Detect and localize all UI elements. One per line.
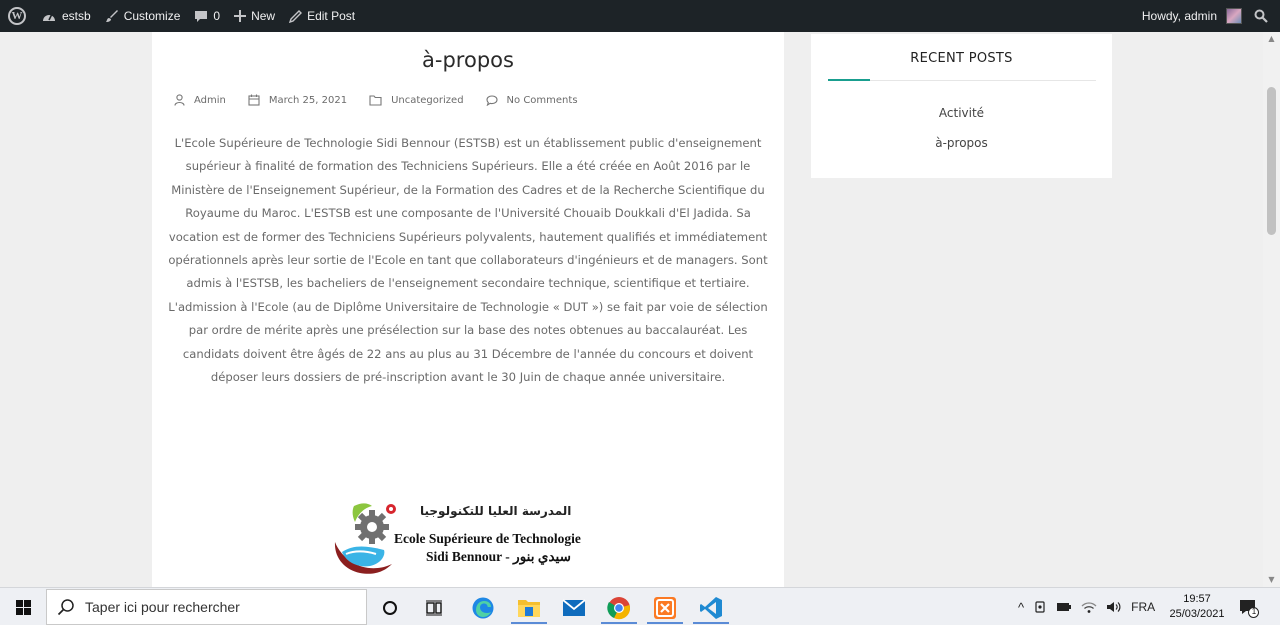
widget-title: RECENT POSTS	[910, 51, 1013, 66]
edge-taskbar-button[interactable]	[461, 591, 505, 624]
start-button[interactable]	[0, 588, 46, 625]
xampp-taskbar-button[interactable]	[643, 591, 687, 624]
notification-count: 1	[1251, 607, 1257, 616]
howdy-greeting: Howdy, admin	[1141, 9, 1217, 23]
search-icon	[1254, 9, 1268, 23]
onedrive-icon[interactable]	[1033, 600, 1047, 614]
recent-posts-widget: RECENT POSTS Activité à-propos	[811, 34, 1112, 178]
comments-link[interactable]: 0	[187, 0, 227, 32]
task-view-button[interactable]	[412, 591, 456, 624]
file-explorer-taskbar-button[interactable]	[507, 591, 551, 624]
clock-date: 25/03/2021	[1169, 608, 1225, 620]
clock-time: 19:57	[1183, 593, 1211, 605]
post-comments[interactable]: No Comments	[485, 94, 578, 106]
vscode-icon	[700, 596, 722, 619]
site-name: estsb	[62, 9, 91, 23]
site-name-link[interactable]: estsb	[34, 0, 98, 32]
scroll-down-arrow[interactable]: ▼	[1263, 573, 1280, 587]
cortana-button[interactable]	[368, 591, 412, 624]
task-view-icon	[426, 600, 442, 615]
windows-taskbar: Taper ici pour rechercher ^ FRA 19:57 25…	[0, 587, 1280, 625]
wifi-icon[interactable]	[1081, 600, 1097, 614]
post-article: à-propos Admin March 25, 2021 Uncategori…	[152, 32, 784, 587]
my-account-link[interactable]: Howdy, admin	[1136, 0, 1248, 32]
comment-bubble-icon	[195, 10, 208, 22]
language-indicator[interactable]: FRA	[1131, 600, 1155, 614]
volume-icon[interactable]	[1106, 600, 1122, 614]
show-hidden-icons-button[interactable]: ^	[1018, 600, 1024, 615]
mail-taskbar-button[interactable]	[552, 591, 596, 624]
file-explorer-icon	[518, 599, 540, 617]
scroll-up-arrow[interactable]: ▲	[1263, 32, 1280, 46]
edge-icon	[472, 597, 494, 618]
user-icon	[174, 94, 185, 106]
recent-post-link[interactable]: Activité	[811, 106, 1112, 136]
logo-city-name: Sidi Bennour - سيدي بنور	[426, 549, 571, 564]
windows-icon	[15, 599, 31, 615]
chrome-taskbar-button[interactable]	[597, 591, 641, 624]
vscode-taskbar-button[interactable]	[689, 591, 733, 624]
dashboard-icon	[43, 13, 55, 21]
recent-post-link[interactable]: à-propos	[811, 136, 1112, 166]
search-placeholder: Taper ici pour rechercher	[85, 599, 240, 615]
wordpress-logo-button[interactable]: W	[0, 0, 34, 32]
cortana-icon	[383, 600, 397, 615]
calendar-icon	[248, 94, 260, 106]
post-meta: Admin March 25, 2021 Uncategorized No Co…	[174, 94, 600, 106]
comment-icon	[485, 94, 498, 106]
logo-arabic-name: المدرسة العليا للتكنولوجيا	[420, 504, 572, 518]
scrollbar-thumb[interactable]	[1267, 87, 1276, 235]
action-center-button[interactable]: 1	[1238, 597, 1260, 619]
post-date[interactable]: March 25, 2021	[248, 94, 347, 106]
post-author[interactable]: Admin	[174, 94, 226, 106]
taskbar-clock[interactable]: 19:57 25/03/2021	[1166, 592, 1228, 622]
logo-french-name: Ecole Supérieure de Technologie	[394, 531, 581, 546]
pencil-icon	[289, 9, 303, 23]
battery-icon[interactable]	[1056, 601, 1072, 613]
admin-bar: W estsb Customize 0 New Edit Post Howdy,…	[0, 0, 1280, 32]
search-icon	[57, 599, 74, 616]
wordpress-icon: W	[8, 7, 26, 25]
customize-link[interactable]: Customize	[98, 0, 188, 32]
post-body: L'Ecole Supérieure de Technologie Sidi B…	[168, 136, 768, 385]
brush-icon	[105, 10, 118, 22]
admin-search-button[interactable]	[1248, 0, 1274, 32]
post-category[interactable]: Uncategorized	[369, 94, 464, 106]
new-content-link[interactable]: New	[227, 0, 282, 32]
comments-count: 0	[213, 9, 221, 23]
avatar	[1226, 8, 1242, 24]
system-tray: ^ FRA	[1018, 588, 1155, 625]
mail-icon	[562, 598, 586, 616]
chrome-icon	[607, 596, 630, 619]
folder-icon	[369, 94, 382, 106]
school-logo: المدرسة العليا للتكنولوجيا Ecole Supérie…	[328, 500, 618, 580]
post-title: à-propos	[422, 48, 514, 72]
widget-divider-accent	[828, 79, 870, 81]
taskbar-search-box[interactable]: Taper ici pour rechercher	[46, 589, 367, 625]
edit-post-link[interactable]: Edit Post	[282, 0, 362, 32]
page-scrollbar[interactable]: ▲ ▼	[1263, 32, 1280, 587]
plus-icon	[234, 10, 247, 22]
xampp-icon	[654, 596, 676, 619]
recent-posts-list: Activité à-propos	[811, 106, 1112, 166]
